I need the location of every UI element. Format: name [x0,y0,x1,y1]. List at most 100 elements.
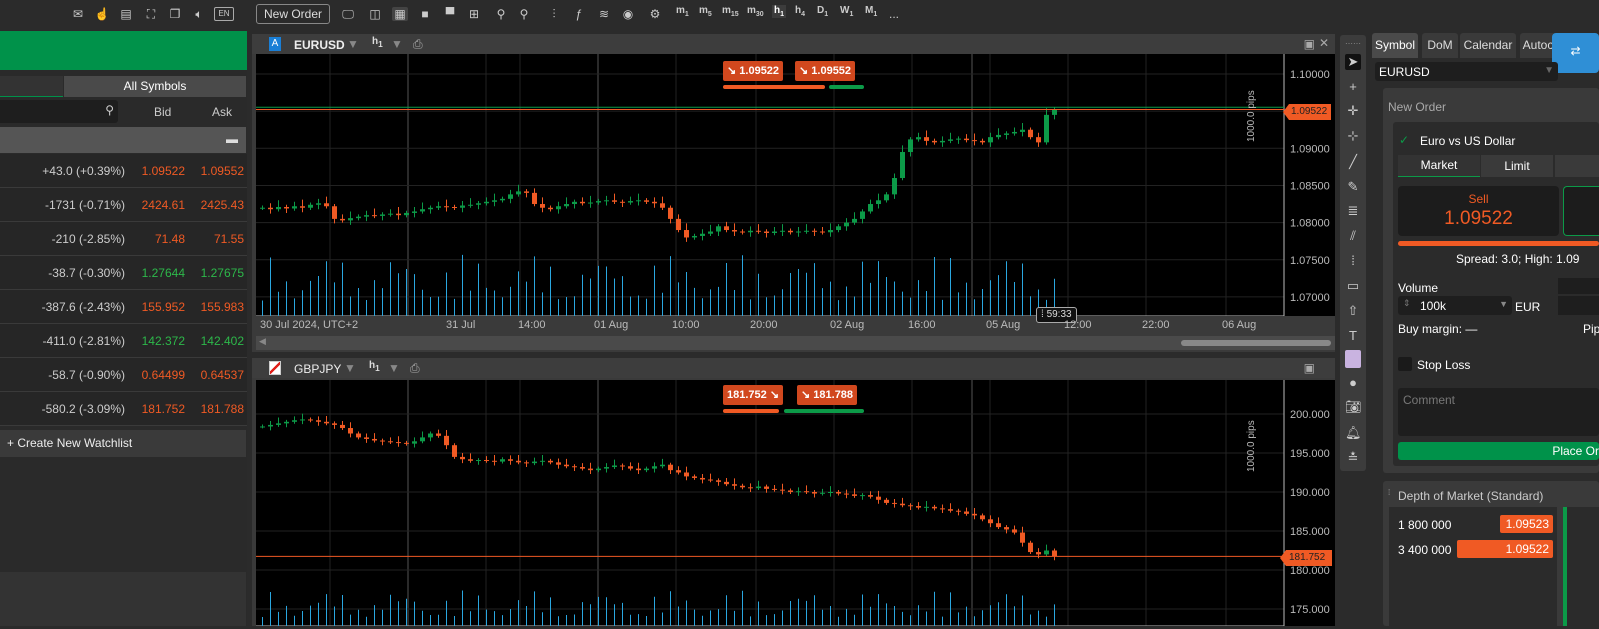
chevron-down-icon[interactable]: ▼ [391,37,403,51]
stream-icon[interactable]: ⎙ [413,37,423,52]
ask-price[interactable]: 155.983 [184,300,244,314]
bid-price[interactable]: 1.09522 [125,164,185,178]
drag-handle-icon[interactable]: ⋯⋯ [1345,39,1361,48]
stop-loss-checkbox[interactable] [1398,357,1412,371]
comment-input[interactable]: Comment [1398,388,1599,436]
watchlist-row[interactable]: -1731 (-0.71%) 2424.61 2425.43 [0,188,247,222]
chart-plot[interactable]: 200.000 195.000 190.000 185.000 180.000 175.0… [256,380,1335,627]
bid-price[interactable]: 2424.61 [125,198,185,212]
bid-price[interactable]: 142.372 [125,334,185,348]
create-watchlist-button[interactable]: + Create New Watchlist [0,430,246,457]
ask-price[interactable]: 181.788 [184,402,244,416]
chart-template-icon[interactable]: 🖵 [340,7,356,22]
search-input[interactable]: ⚲ [0,100,118,123]
volume-input[interactable]: ⇕ 100k ▼ [1398,296,1512,315]
timeframe-selector[interactable]: h1 [372,36,383,49]
watchlist-row[interactable]: -411.0 (-2.81%) 142.372 142.402 [0,324,247,358]
trade-lines-icon[interactable]: ≛ [1345,450,1361,466]
timeframe-m5[interactable]: m5 [699,5,712,18]
ask-price[interactable]: 71.55 [184,232,244,246]
timeframe-selector[interactable]: h1 [369,360,380,373]
scroll-left-icon[interactable]: ◀ [259,336,266,347]
maximize-icon[interactable]: ▣ [1304,361,1315,375]
watchlist-row[interactable]: -580.2 (-3.09%) 181.752 181.788 [0,392,247,426]
fibonacci-icon[interactable]: ≣ [1345,203,1361,219]
color-picker[interactable] [1345,350,1361,368]
buy-button[interactable] [1563,186,1599,236]
scrollbar-thumb[interactable] [1181,340,1331,346]
maximize-icon[interactable]: ▣ [1304,37,1315,51]
pitchfork-icon[interactable]: ⫽ [1345,228,1361,244]
ask-price[interactable]: 2425.43 [184,198,244,212]
layers-icon[interactable]: ≋ [596,7,612,21]
timeframe-m1[interactable]: m1 [676,5,689,18]
timeframe-W1[interactable]: W1 [840,5,853,18]
ask-price[interactable]: 0.64537 [184,368,244,382]
fib-levels-icon[interactable]: ⁞ [1345,253,1361,268]
account-badge[interactable]: A [269,37,281,51]
sell-price-button[interactable]: 181.752 ↘ [723,385,784,405]
mail-icon[interactable]: ✉ [70,7,86,21]
arrow-up-icon[interactable]: ⇧ [1345,303,1361,319]
bid-price[interactable]: 155.952 [125,300,185,314]
chart-plot[interactable]: 1.100001.095001.090001.085001.080001.075… [256,54,1335,331]
horizontal-scrollbar[interactable]: ◀ [256,336,1335,350]
stream-icon[interactable]: ⎙ [410,361,420,376]
language-button[interactable]: EN [214,7,234,21]
dom-price[interactable]: 1.09523 [1500,515,1553,533]
single-layout-icon[interactable]: ■ [417,7,433,21]
eye-icon[interactable]: ◉ [620,7,636,21]
trade-button[interactable]: ⇄ [1552,33,1599,73]
chart-type-icon[interactable]: ⫶ [546,7,562,22]
watchlist-row[interactable]: -210 (-2.85%) 71.48 71.55 [0,222,247,256]
bid-price[interactable]: 0.64499 [125,368,185,382]
layout-icon[interactable]: ◫ [367,7,383,21]
cursor-icon[interactable]: ➤ [1345,54,1361,70]
close-icon[interactable]: ✕ [1319,36,1329,50]
tab-stop[interactable] [1555,155,1599,177]
symbol-select[interactable]: EURUSD ▼ [1375,62,1558,81]
timeframe-M1[interactable]: M1 [865,5,877,18]
touch-settings-icon[interactable]: ☝ [94,7,110,21]
timeframe-m15[interactable]: m15 [722,5,739,18]
timeframe-h4[interactable]: h4 [795,5,805,18]
bid-price[interactable]: 71.48 [125,232,185,246]
bell-icon[interactable]: 🔔︎ [1345,425,1362,441]
ask-price[interactable]: 142.402 [184,334,244,348]
zoom-in-icon[interactable]: ⚲ [516,7,532,21]
crosshair-plus-icon[interactable]: ✛ [1345,103,1361,119]
text-icon[interactable]: T [1345,328,1361,343]
bid-price[interactable]: 1.27644 [125,266,185,280]
thickness-icon[interactable]: ● [1345,375,1361,390]
dom-price[interactable]: 1.09522 [1457,540,1553,558]
ask-price[interactable]: 1.27675 [184,266,244,280]
collapse-icon[interactable]: ▬ [226,132,238,146]
tab-autochartist[interactable]: Autoc [1520,33,1556,58]
watchlist-row[interactable]: -38.7 (-0.30%) 1.27644 1.27675 [0,256,247,290]
buy-price-button[interactable]: ↘ 1.09552 [795,61,856,81]
timeframe-h1[interactable]: h1 [772,5,787,18]
place-order-button[interactable]: Place Or [1398,442,1599,460]
split-layout-icon[interactable]: ▀ [442,7,458,21]
bid-price[interactable]: 181.752 [125,402,185,416]
ask-price[interactable]: 1.09552 [184,164,244,178]
copy-icon[interactable]: ❐ [167,7,183,21]
timeframe-m30[interactable]: m30 [747,5,764,18]
tab-dom[interactable]: DoM [1422,33,1458,58]
sell-price-button[interactable]: ↘ 1.09522 [723,61,784,81]
chart-settings-icon[interactable]: ⚙ [647,7,663,21]
indicators-icon[interactable]: ƒ [571,7,587,21]
watchlist-row[interactable]: +43.0 (+0.39%) 1.09522 1.09552 [0,154,247,188]
chevron-down-icon[interactable]: ▼ [344,361,356,375]
calculator-icon[interactable]: ▤ [118,7,134,21]
add-chart-icon[interactable]: ⊞ [466,7,482,21]
chevron-down-icon[interactable]: ▼ [388,361,400,375]
watchlist-row[interactable]: -58.7 (-0.90%) 0.64499 0.64537 [0,358,247,392]
pencil-icon[interactable]: ✎ [1345,179,1361,195]
chevron-down-icon[interactable]: ▼ [347,37,359,51]
tab-market[interactable]: Market [1398,155,1480,177]
sound-icon[interactable]: 🔈︎ [191,7,207,22]
crosshair-icon[interactable]: + [1345,79,1361,94]
drag-handle-icon[interactable]: ⁞ [1388,488,1390,497]
tab-limit[interactable]: Limit [1481,155,1553,177]
